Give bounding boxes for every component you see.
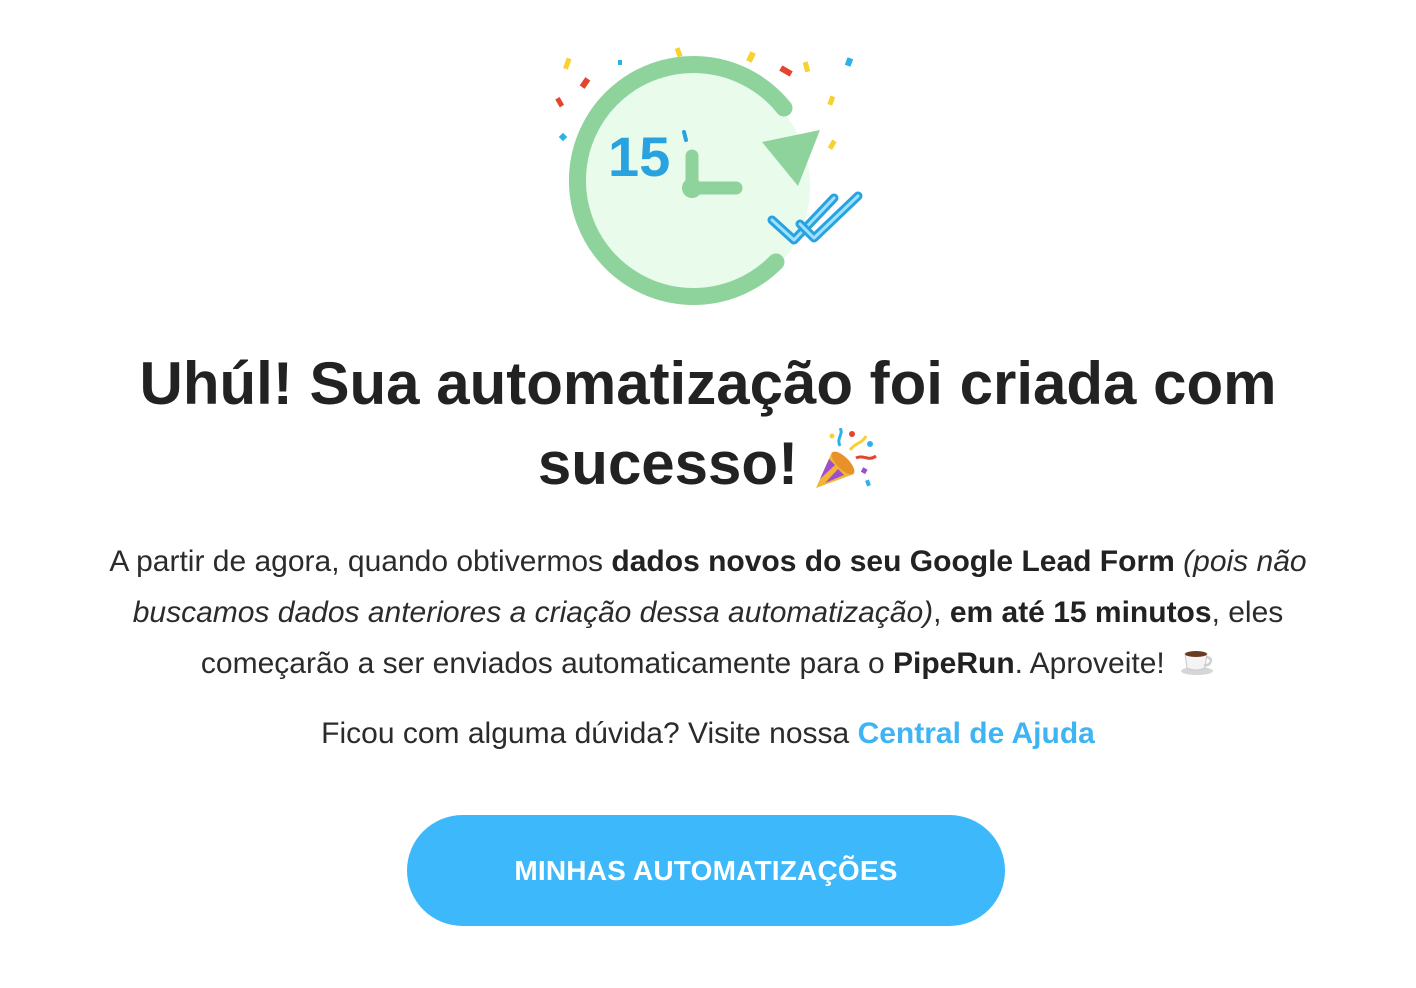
- description-part-4: . Aproveite!: [1014, 647, 1174, 680]
- description-bold-destination: PipeRun: [892, 647, 1015, 680]
- description-bold-time: em até 15 minutos: [949, 596, 1212, 629]
- help-prompt: Ficou com alguma dúvida? Visite nossa: [321, 717, 858, 750]
- help-text: Ficou com alguma dúvida? Visite nossa Ce…: [60, 712, 1356, 756]
- page-title: Uhúl! Sua automatização foi criada com s…: [60, 344, 1356, 504]
- clock-refresh-icon: 15: [555, 47, 863, 305]
- success-page: 15 Uhúl! Sua automatização foi criada co…: [0, 0, 1416, 988]
- help-center-link[interactable]: Central de Ajuda: [858, 717, 1095, 750]
- description-part-2: ,: [933, 596, 950, 629]
- party-popper-icon: [816, 428, 877, 488]
- description-bold-source: dados novos do seu Google Lead Form: [611, 545, 1175, 578]
- clock-number: 15: [608, 125, 670, 188]
- headline-text: Uhúl! Sua automatização foi criada com s…: [139, 350, 1277, 497]
- description-text: A partir de agora, quando obtivermos dad…: [60, 536, 1356, 689]
- my-automations-button[interactable]: MINHAS AUTOMATIZAÇÕES: [407, 815, 1005, 926]
- description-part-1: A partir de agora, quando obtivermos: [109, 545, 612, 578]
- coffee-cup-icon: [1181, 651, 1214, 675]
